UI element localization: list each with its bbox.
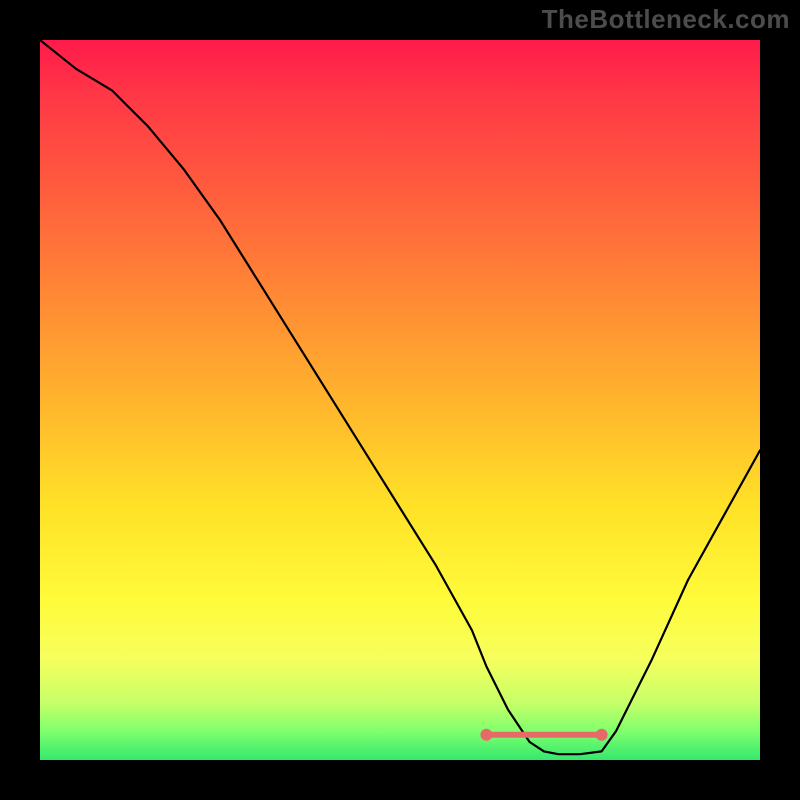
chart-frame: TheBottleneck.com <box>0 0 800 800</box>
watermark-label: TheBottleneck.com <box>542 4 790 35</box>
optimal-zone-start-dot <box>480 729 492 741</box>
plot-area <box>40 40 760 760</box>
optimal-zone-end-dot <box>596 729 608 741</box>
curve-svg <box>40 40 760 760</box>
bottleneck-curve <box>40 40 760 754</box>
